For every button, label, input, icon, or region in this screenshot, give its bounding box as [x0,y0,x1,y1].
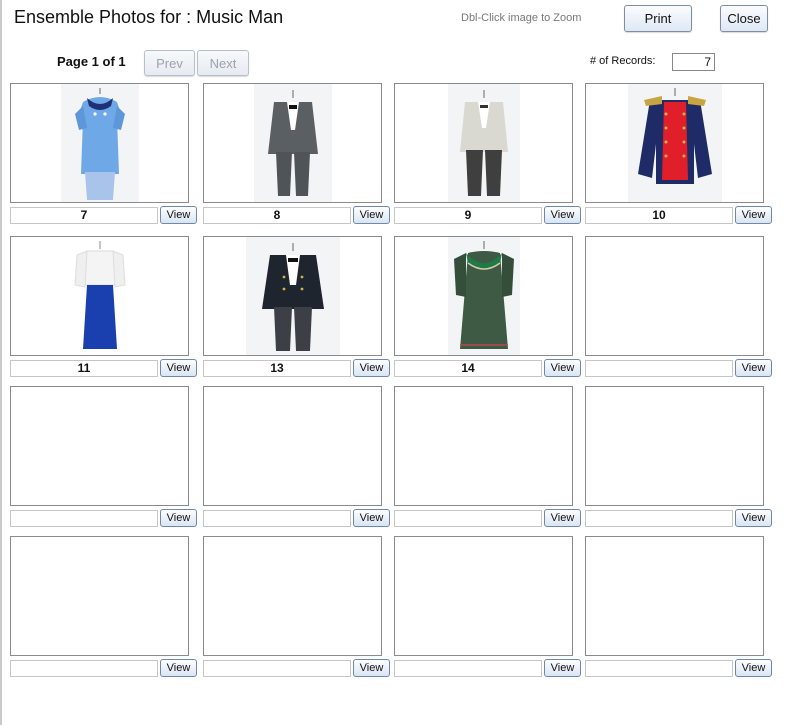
photo-tile[interactable] [394,236,573,356]
photo-tile[interactable] [585,386,764,506]
photo-tile[interactable] [585,83,764,203]
photo-caption: 11 [10,360,158,377]
photo-tile[interactable] [203,236,382,356]
photo-caption: 10 [585,207,733,224]
view-button[interactable]: View [544,359,581,377]
costume-photo [253,84,332,202]
photo-tile[interactable] [203,386,382,506]
view-button[interactable]: View [353,509,390,527]
photo-tile[interactable] [585,236,764,356]
view-button[interactable]: View [160,659,197,677]
photo-tile[interactable] [10,386,189,506]
page-title: Ensemble Photos for : Music Man [14,7,284,27]
view-button[interactable]: View [160,359,197,377]
view-button[interactable]: View [353,206,390,224]
view-button[interactable]: View [735,359,772,377]
print-button[interactable]: Print [624,5,692,32]
costume-photo [245,237,340,355]
photo-caption [10,510,158,527]
photo-caption [585,660,733,677]
photo-tile[interactable] [10,536,189,656]
view-button[interactable]: View [544,509,581,527]
costume-photo [68,237,131,355]
photo-caption [203,660,351,677]
photo-tile[interactable] [585,536,764,656]
view-button[interactable]: View [160,509,197,527]
view-button[interactable]: View [735,509,772,527]
records-count-field: 7 [672,53,715,71]
view-button[interactable]: View [544,659,581,677]
photo-caption: 13 [203,360,351,377]
costume-photo [447,84,520,202]
photo-caption: 8 [203,207,351,224]
close-button[interactable]: Close [720,5,768,32]
photo-caption [394,510,542,527]
photo-caption [203,510,351,527]
costume-photo [447,237,520,355]
view-button[interactable]: View [353,659,390,677]
photo-caption: 7 [10,207,158,224]
view-button[interactable]: View [353,359,390,377]
photo-caption [394,660,542,677]
photo-tile[interactable] [394,536,573,656]
prev-button[interactable]: Prev [144,50,195,76]
next-button[interactable]: Next [197,50,249,76]
view-button[interactable]: View [735,659,772,677]
photo-tile[interactable] [394,386,573,506]
window-left-border [0,0,2,725]
zoom-hint: Dbl-Click image to Zoom [461,12,582,24]
photo-tile[interactable] [203,83,382,203]
photo-caption [585,360,733,377]
page-indicator: Page 1 of 1 [57,54,126,69]
photo-tile[interactable] [394,83,573,203]
photo-caption: 14 [394,360,542,377]
records-label: # of Records: [590,55,656,67]
view-button[interactable]: View [735,206,772,224]
photo-tile[interactable] [10,236,189,356]
costume-photo [627,84,722,202]
photo-tile[interactable] [203,536,382,656]
photo-caption [585,510,733,527]
view-button[interactable]: View [160,206,197,224]
photo-caption [10,660,158,677]
view-button[interactable]: View [544,206,581,224]
costume-photo [60,84,139,202]
photo-tile[interactable] [10,83,189,203]
photo-caption: 9 [394,207,542,224]
